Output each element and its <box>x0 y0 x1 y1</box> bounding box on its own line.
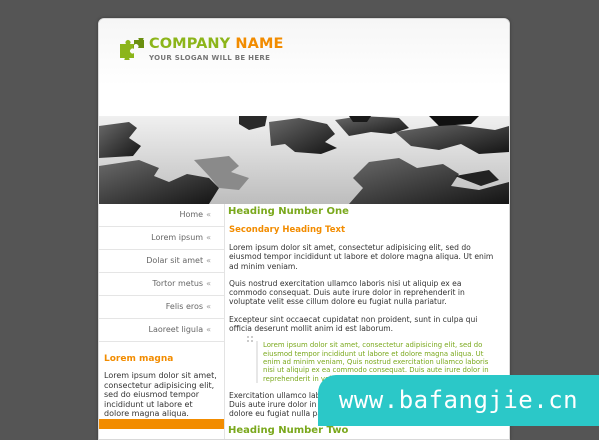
nav-arrow-icon: « <box>206 302 211 311</box>
nav-item-lorem-ipsum[interactable]: Lorem ipsum « <box>99 227 224 250</box>
sidebar: Home « Lorem ipsum « Dolar sit amet « Torto… <box>99 204 225 439</box>
paragraph-3: Excepteur sint occaecat cupidatat non pr… <box>229 314 478 334</box>
quote-dots-icon <box>247 336 253 343</box>
company-name-part1: COMPANY <box>149 36 231 52</box>
nav-arrow-icon: « <box>206 279 211 288</box>
paragraph-2: Quis nostrud exercitation ullamco labori… <box>229 278 465 307</box>
banner-image <box>99 116 509 204</box>
paragraph-1: Lorem ipsum dolor sit amet, consectetur … <box>229 243 494 271</box>
sidebar-orange-bar <box>99 419 224 429</box>
puzzle-pieces-image <box>99 116 509 204</box>
nav-item-label: Felis eros <box>165 302 204 311</box>
nav-arrow-icon: « <box>206 256 211 265</box>
nav-item-label: Home <box>179 210 204 219</box>
company-name-part2: NAME <box>235 36 284 52</box>
heading-one: Heading Number One <box>228 206 349 217</box>
nav-item-label: Lorem ipsum <box>151 233 204 242</box>
slogan: YOUR SLOGAN WILL BE HERE <box>149 54 271 62</box>
nav-item-home[interactable]: Home « <box>99 204 224 227</box>
nav-arrow-icon: « <box>206 325 211 334</box>
sidebar-text: Lorem ipsum dolor sit amet, consectetur … <box>104 371 217 418</box>
sidebar-heading: Lorem magna <box>104 354 174 364</box>
nav-item-label: Tortor metus <box>152 279 204 288</box>
company-name[interactable]: COMPANY NAME <box>149 36 284 52</box>
watermark-banner: www.bafangjie.cn <box>318 375 599 426</box>
nav-arrow-icon: « <box>206 210 211 219</box>
nav-item-tortor-metus[interactable]: Tortor metus « <box>99 273 224 296</box>
nav-item-label: Dolar sit amet <box>146 256 204 265</box>
site-header: COMPANY NAME YOUR SLOGAN WILL BE HERE <box>99 19 509 115</box>
nav-arrow-icon: « <box>206 233 211 242</box>
nav-item-dolar-sit-amet[interactable]: Dolar sit amet « <box>99 250 224 273</box>
nav-item-felis-eros[interactable]: Felis eros « <box>99 296 224 319</box>
puzzle-logo-icon <box>120 38 144 60</box>
nav-item-label: Laoreet ligula <box>148 325 204 334</box>
secondary-heading: Secondary Heading Text <box>229 225 346 235</box>
nav-item-laoreet-ligula[interactable]: Laoreet ligula « <box>99 319 224 342</box>
